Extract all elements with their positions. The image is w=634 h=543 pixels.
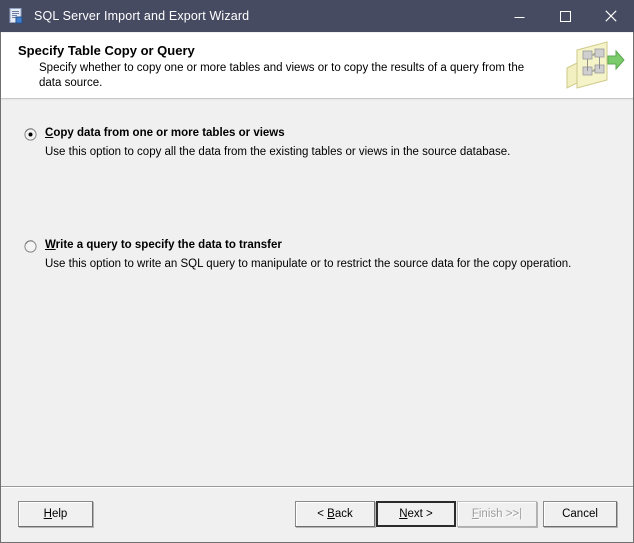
help-button[interactable]: Help xyxy=(18,501,93,527)
window-title: SQL Server Import and Export Wizard xyxy=(34,9,250,23)
page-title: Specify Table Copy or Query xyxy=(18,43,195,58)
back-button-label: ack xyxy=(334,508,353,520)
help-button-label: elp xyxy=(51,508,68,520)
page-header: Specify Table Copy or Query Specify whet… xyxy=(1,33,633,99)
next-button-accelerator: N xyxy=(399,508,408,520)
maximize-icon[interactable] xyxy=(542,0,588,32)
cancel-button[interactable]: Cancel xyxy=(543,501,617,527)
close-icon[interactable] xyxy=(588,0,634,32)
page-description: Specify whether to copy one or more tabl… xyxy=(39,62,525,89)
button-bar: Help < Back Next > Finish >>| Cancel xyxy=(1,488,633,542)
next-button[interactable]: Next > xyxy=(376,501,456,527)
window-frame-left xyxy=(0,32,1,543)
table-schema-transfer-icon xyxy=(561,38,625,94)
option-write-query-accelerator: W xyxy=(45,239,56,251)
finish-button: Finish >>| xyxy=(457,501,537,527)
cancel-button-label: Cancel xyxy=(562,508,598,520)
radio-copy-data[interactable] xyxy=(24,128,37,141)
back-button-prefix: < xyxy=(317,508,328,520)
option-copy-data[interactable]: Copy data from one or more tables or vie… xyxy=(1,127,633,158)
sql-import-export-wizard-window: SQL Server Import and Export Wizard Spec… xyxy=(0,0,634,543)
finish-button-label: inish >>| xyxy=(478,508,523,520)
option-write-query-label: Write a query to specify the data to tra… xyxy=(45,239,282,251)
option-write-query-description: Use this option to write an SQL query to… xyxy=(45,258,572,270)
back-button[interactable]: < Back xyxy=(295,501,375,527)
next-button-label: ext > xyxy=(407,508,433,520)
finish-button-accelerator: F xyxy=(471,508,479,520)
content-area: Copy data from one or more tables or vie… xyxy=(1,101,633,485)
title-bar: SQL Server Import and Export Wizard xyxy=(0,0,634,32)
option-copy-data-label-rest: opy data from one or more tables or view… xyxy=(53,127,285,139)
wizard-document-icon xyxy=(7,7,25,25)
option-copy-data-description: Use this option to copy all the data fro… xyxy=(45,146,511,158)
help-button-accelerator: H xyxy=(43,508,52,520)
option-write-query-label-rest: rite a query to specify the data to tran… xyxy=(55,239,282,251)
back-button-accelerator: B xyxy=(327,508,335,520)
window-controls xyxy=(496,0,634,32)
option-copy-data-label: Copy data from one or more tables or vie… xyxy=(45,127,285,139)
radio-write-query[interactable] xyxy=(24,240,37,253)
option-write-query[interactable]: Write a query to specify the data to tra… xyxy=(1,239,633,270)
minimize-icon[interactable] xyxy=(496,0,542,32)
